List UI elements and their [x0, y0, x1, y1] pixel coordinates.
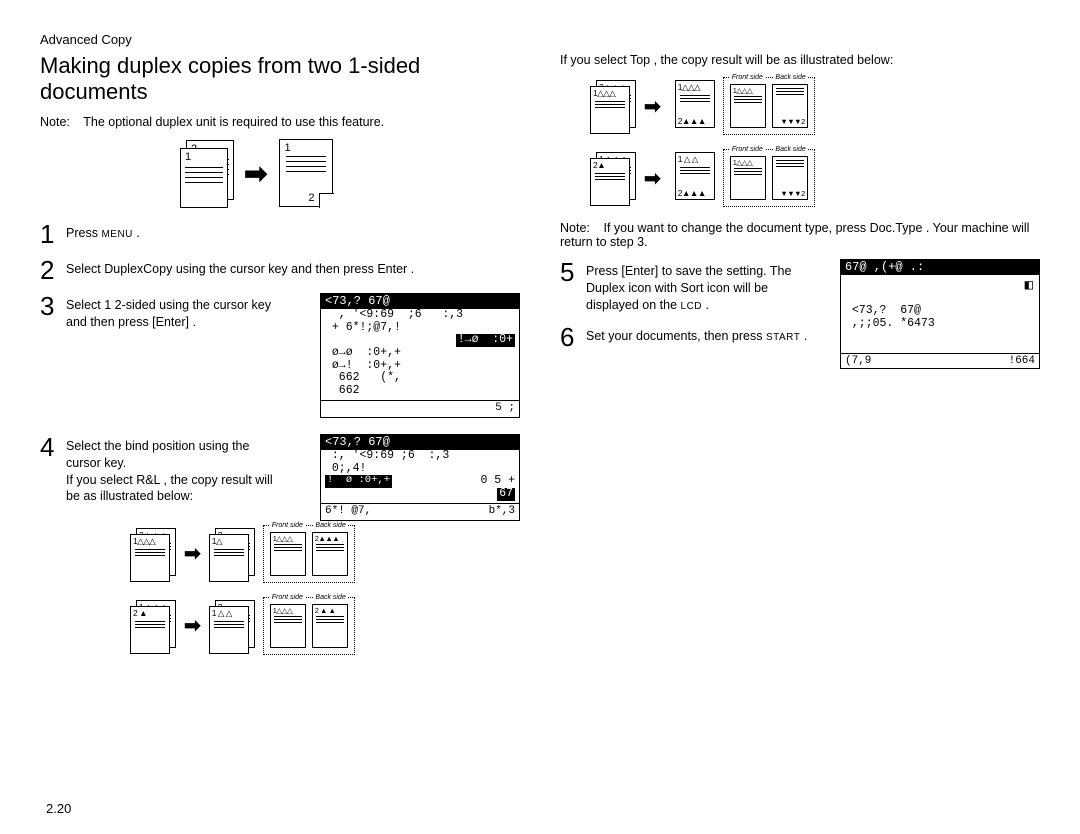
rl-diagram-row-2: 1 △ △ △ 2 ▲ ➡ 2 1 △ △ Front side Back si…: [130, 597, 520, 655]
arrow-icon: ➡: [644, 166, 661, 191]
step-1: 1 Press MENU .: [40, 221, 520, 247]
top-diagram-row-2: 1 △ △ △ 2▲ ➡ 1 △ △2▲▲▲ Front side Back s…: [590, 149, 1040, 207]
page-number: 2.20: [46, 801, 71, 816]
arrow-icon: ➡: [244, 157, 267, 190]
arrow-icon: ➡: [184, 541, 201, 566]
lcd-screen-2: <73,? 67@ :, '<9:69 ;6 :,3 0;,4! ! ø :0+…: [320, 434, 520, 521]
lcd-screen-1: <73,? 67@ , '<9:69 ;6 :,3 + 6*!;@7,! !→ø…: [320, 293, 520, 418]
note: Note: The optional duplex unit is requir…: [40, 115, 520, 129]
top-diagram-row-1: 2▲▲▲ 1△△△ ➡ 1△△△2▲▲▲ Front side Back sid…: [590, 77, 1040, 135]
step-4: 4 Select the bind position using the cur…: [40, 434, 280, 506]
note-doc-type: Note: If you want to change the document…: [560, 221, 1040, 249]
step-3: 3 Select 1 2-sided using the cursor key …: [40, 293, 280, 331]
step-6: 6 Set your documents, then press START .: [560, 324, 820, 350]
section-label: Advanced Copy: [40, 32, 1040, 47]
page-title: Making duplex copies from two 1-sided do…: [40, 53, 520, 105]
arrow-icon: ➡: [184, 613, 201, 638]
rl-diagram-row-1: 2▲▲▲ 1△△△ ➡ 2 1△ Front side Back side 1△…: [130, 525, 520, 583]
step-2: 2 Select DuplexCopy using the cursor key…: [40, 257, 520, 283]
lcd-screen-3: 67@ ,(+@ .: ◧ <73,? 67@ ,;;05. *6473 (7,…: [840, 259, 1040, 369]
top-illustration: 2 1 ➡ 1 2: [180, 139, 520, 207]
top-select-note: If you select Top , the copy result will…: [560, 53, 1040, 67]
arrow-icon: ➡: [644, 94, 661, 119]
step-5: 5 Press [Enter] to save the setting. The…: [560, 259, 820, 314]
